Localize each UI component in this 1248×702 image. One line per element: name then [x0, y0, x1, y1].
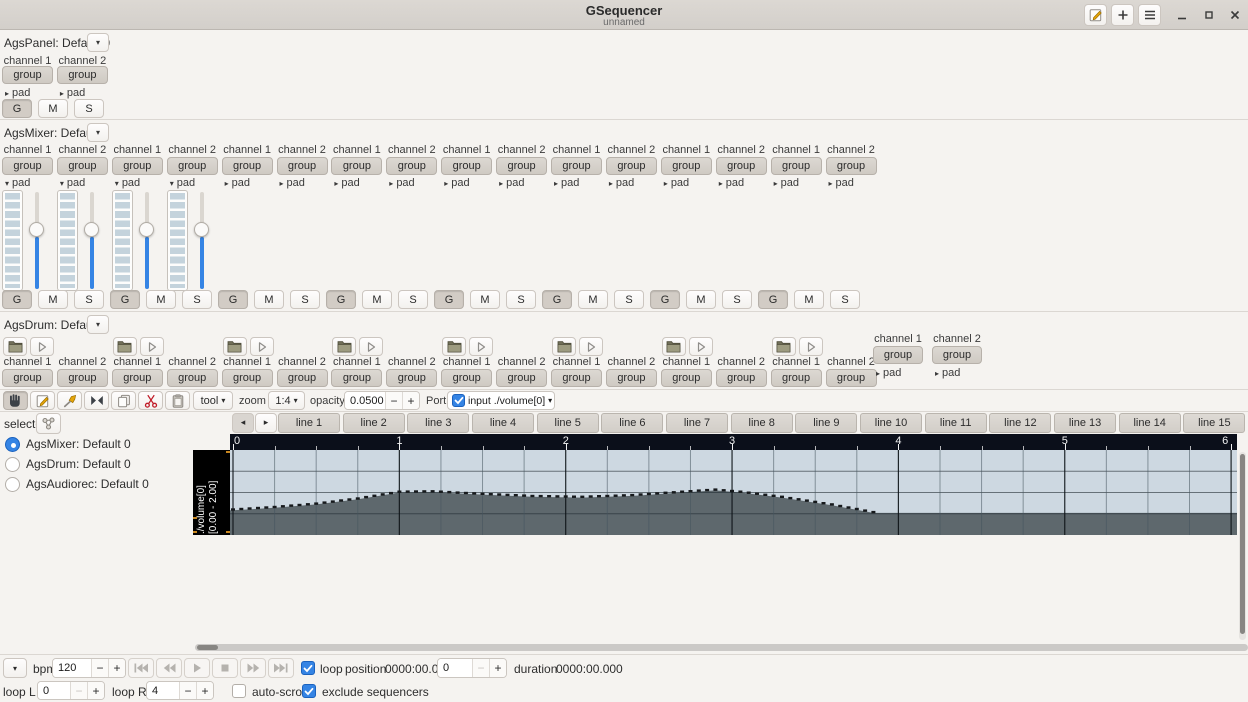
paste-tool-button[interactable] — [165, 391, 190, 410]
editor-ruler: 0123456 — [230, 434, 1237, 450]
tab-line-13[interactable]: line 13 — [1054, 413, 1117, 433]
select-tool-button[interactable] — [84, 391, 109, 410]
skip-forward-button[interactable] — [268, 658, 294, 678]
play-button[interactable] — [184, 658, 210, 678]
automation-chart[interactable] — [230, 450, 1240, 535]
gsequencer-window: { "window": {"title": "GSequencer", "sub… — [0, 0, 1248, 702]
skip-forward-icon — [273, 663, 289, 673]
tab-line-12[interactable]: line 12 — [989, 413, 1052, 433]
tab-line-5[interactable]: line 5 — [536, 413, 599, 433]
paste-icon — [171, 393, 185, 408]
tab-line-10[interactable]: line 10 — [860, 413, 923, 433]
radio-dot — [10, 442, 16, 448]
copy-tool-button[interactable] — [111, 391, 136, 410]
tab-line-11[interactable]: line 11 — [924, 413, 987, 433]
position-icon — [8, 393, 23, 408]
selector-option-label: AgsDrum: Default 0 — [26, 457, 131, 471]
position-tool-button[interactable] — [3, 391, 28, 410]
edit-icon — [36, 394, 50, 408]
automation-area[interactable] — [230, 450, 1240, 535]
tab-line-7[interactable]: line 7 — [666, 413, 729, 433]
cut-tool-button[interactable] — [138, 391, 163, 410]
select-icon — [90, 395, 104, 406]
skip-backward-icon — [133, 663, 149, 673]
tab-line-6[interactable]: line 6 — [601, 413, 664, 433]
tab-line-2[interactable]: line 2 — [342, 413, 405, 433]
cut-icon — [144, 394, 158, 408]
selector-radio-1[interactable] — [5, 437, 20, 452]
generated-content: line 1 line 2 line 3 line 4 line 5 line 6 line… — [0, 0, 1248, 702]
play-icon — [191, 662, 203, 674]
seek-backward-button[interactable] — [156, 658, 182, 678]
seek-forward-button[interactable] — [240, 658, 266, 678]
tab-line-15[interactable]: line 15 — [1183, 413, 1246, 433]
clear-tool-button[interactable] — [57, 391, 82, 410]
edit-tool-button[interactable] — [30, 391, 55, 410]
copy-icon — [117, 394, 131, 408]
tab-line-9[interactable]: line 9 — [795, 413, 858, 433]
ruler-number: 6 — [1222, 435, 1229, 447]
skip-backward-button[interactable] — [128, 658, 154, 678]
stop-button[interactable] — [212, 658, 238, 678]
stop-icon — [220, 663, 230, 673]
ruler-number: 0 — [234, 435, 241, 447]
selector-option-label: AgsMixer: Default 0 — [26, 437, 131, 451]
clear-icon — [63, 394, 77, 408]
seek-forward-icon — [246, 663, 261, 673]
tab-line-14[interactable]: line 14 — [1118, 413, 1181, 433]
tab-line-3[interactable]: line 3 — [407, 413, 470, 433]
selector-radio-2[interactable] — [5, 457, 20, 472]
selector-radio-3[interactable] — [5, 477, 20, 492]
selector-option-label: AgsAudiorec: Default 0 — [26, 477, 149, 491]
tab-line-8[interactable]: line 8 — [730, 413, 793, 433]
tab-line-4[interactable]: line 4 — [472, 413, 534, 433]
tab-line-1[interactable]: line 1 — [278, 413, 340, 433]
seek-backward-icon — [162, 663, 177, 673]
